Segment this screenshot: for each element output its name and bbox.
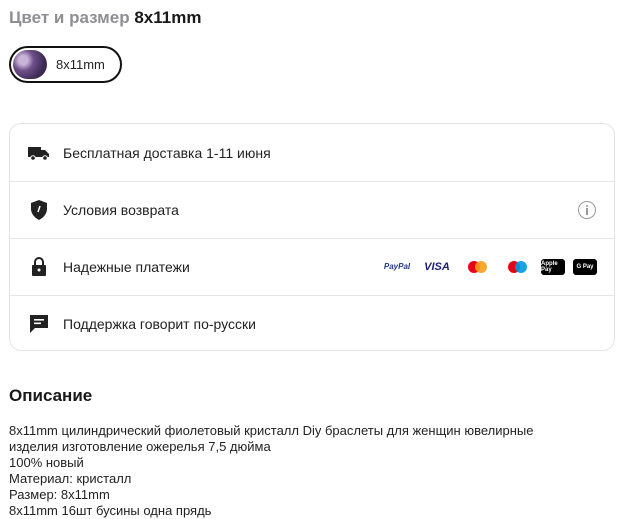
chat-icon bbox=[27, 312, 51, 336]
features-card: Бесплатная доставка 1-11 июня Условия во… bbox=[9, 123, 615, 351]
delivery-text: Бесплатная доставка 1-11 июня bbox=[63, 144, 271, 161]
description-line: Материал: кристалл bbox=[9, 471, 132, 486]
description-body: 8x11mm цилиндрический фиолетовый кристал… bbox=[9, 423, 609, 519]
returns-row[interactable]: Условия возврата bbox=[10, 181, 614, 239]
description-line: Размер: 8x11mm bbox=[9, 487, 110, 502]
variant-thumbnail bbox=[13, 50, 47, 79]
description-line: 100% новый bbox=[9, 455, 84, 470]
payments-text: Надежные платежи bbox=[63, 258, 190, 275]
variant-label: Цвет и размер bbox=[9, 8, 130, 27]
description-line: изделия изготовление ожерелья 7,5 дюйма bbox=[9, 439, 271, 454]
payments-row: Надежные платежи PayPal VISA Apple Pay G… bbox=[10, 238, 614, 296]
variant-option-label: 8x11mm bbox=[56, 57, 105, 72]
visa-icon: VISA bbox=[424, 260, 450, 273]
description-line: 8x11mm цилиндрический фиолетовый кристал… bbox=[9, 423, 534, 438]
info-icon[interactable] bbox=[578, 200, 596, 219]
support-row: Поддержка говорит по-русски bbox=[10, 295, 614, 352]
mastercard-icon bbox=[461, 258, 493, 276]
variant-header: Цвет и размер 8x11mm bbox=[9, 8, 201, 28]
support-text: Поддержка говорит по-русски bbox=[63, 315, 256, 332]
payment-methods: PayPal VISA Apple Pay G Pay bbox=[381, 258, 597, 276]
google-pay-icon: G Pay bbox=[573, 258, 597, 275]
maestro-icon bbox=[501, 258, 533, 276]
truck-icon bbox=[27, 141, 51, 165]
variant-option-chip[interactable]: 8x11mm bbox=[9, 46, 122, 83]
apple-pay-icon: Apple Pay bbox=[541, 258, 565, 275]
description-title: Описание bbox=[9, 386, 93, 405]
returns-text: Условия возврата bbox=[63, 201, 179, 218]
shield-icon bbox=[27, 198, 51, 222]
lock-icon bbox=[27, 255, 51, 279]
delivery-row: Бесплатная доставка 1-11 июня bbox=[10, 124, 614, 182]
paypal-icon: PayPal bbox=[383, 262, 411, 271]
variant-selected-value: 8x11mm bbox=[134, 8, 202, 27]
